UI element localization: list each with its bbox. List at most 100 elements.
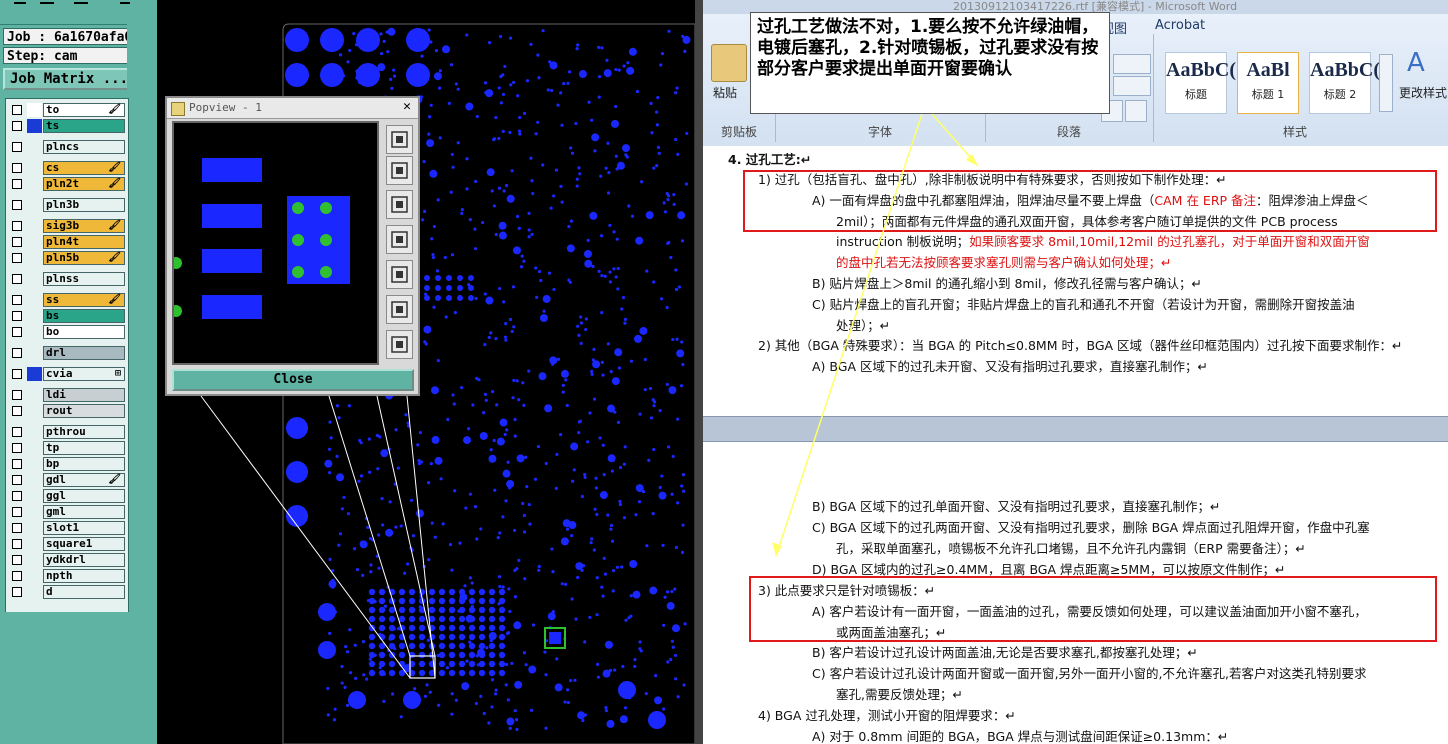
zoom-out-icon[interactable]	[386, 295, 413, 324]
layer-name[interactable]: bo	[43, 325, 125, 339]
paste-icon[interactable]	[711, 44, 747, 82]
layer-name[interactable]: ydkdrl	[43, 553, 125, 567]
layer-checkbox[interactable]	[12, 348, 22, 358]
layer-row-cs[interactable]: cs 🖌	[9, 161, 127, 175]
layer-row-plnss[interactable]: plnss	[9, 272, 127, 286]
layer-checkbox[interactable]	[12, 295, 22, 305]
layer-name[interactable]: bs	[43, 309, 125, 323]
layer-checkbox[interactable]	[12, 539, 22, 549]
layer-row-drl[interactable]: drl	[9, 346, 127, 360]
close-icon[interactable]: ✕	[400, 100, 414, 114]
layer-checkbox[interactable]	[12, 327, 22, 337]
paste-button-label[interactable]: 粘贴	[713, 84, 737, 101]
styles-scroll[interactable]	[1379, 54, 1393, 112]
style-heading-2[interactable]: AaBbC( 标题 2	[1309, 52, 1380, 114]
layer-name[interactable]: to 🖌	[43, 103, 125, 117]
layer-row-gml[interactable]: gml	[9, 505, 127, 519]
layer-row-ggl[interactable]: ggl	[9, 489, 127, 503]
layer-row-d[interactable]: d	[9, 585, 127, 599]
layer-row-pln2t[interactable]: pln2t 🖌	[9, 177, 127, 191]
layer-name[interactable]: gml	[43, 505, 125, 519]
layer-checkbox[interactable]	[12, 390, 22, 400]
popview-titlebar[interactable]: Popview - 1 ✕	[167, 98, 418, 119]
layer-name[interactable]: ggl	[43, 489, 125, 503]
tab-acrobat[interactable]: Acrobat	[1155, 18, 1205, 33]
layer-name[interactable]: slot1	[43, 521, 125, 535]
document-area[interactable]: 4. 过孔工艺:↵ 1) 过孔（包括盲孔、盘中孔）,除非制板说明中有特殊要求，否…	[703, 146, 1448, 744]
show-marks-icon[interactable]	[1125, 100, 1147, 122]
style-heading-1[interactable]: AaBl 标题 1	[1237, 52, 1299, 114]
layer-name[interactable]: cs 🖌	[43, 161, 125, 175]
change-styles-button[interactable]: 更改样式	[1399, 84, 1447, 101]
layer-row-to[interactable]: to 🖌	[9, 103, 127, 117]
layer-name[interactable]: pln5b 🖌	[43, 251, 125, 265]
layer-checkbox[interactable]	[12, 555, 22, 565]
layer-name[interactable]: ts	[43, 119, 125, 133]
layer-checkbox[interactable]	[12, 523, 22, 533]
pan-down-icon[interactable]	[386, 190, 413, 219]
layer-checkbox[interactable]	[12, 507, 22, 517]
layer-checkbox[interactable]	[12, 142, 22, 152]
popview-close-button[interactable]: Close	[172, 369, 414, 391]
layer-checkbox[interactable]	[12, 491, 22, 501]
layer-name[interactable]: drl	[43, 346, 125, 360]
layer-name[interactable]: d	[43, 585, 125, 599]
layer-row-bs[interactable]: bs	[9, 309, 127, 323]
layer-checkbox[interactable]	[12, 475, 22, 485]
layer-checkbox[interactable]	[12, 237, 22, 247]
layer-row-square1[interactable]: square1	[9, 537, 127, 551]
popview-canvas[interactable]	[172, 121, 379, 365]
layer-checkbox[interactable]	[12, 200, 22, 210]
layer-checkbox[interactable]	[12, 253, 22, 263]
layer-name[interactable]: plncs	[43, 140, 125, 154]
zoom-in-icon[interactable]	[386, 330, 413, 359]
list-icon[interactable]	[1113, 54, 1151, 74]
pcb-scrollbar[interactable]	[695, 0, 703, 744]
change-styles-icon[interactable]: A	[1407, 48, 1425, 78]
layer-name[interactable]: square1	[43, 537, 125, 551]
layer-row-npth[interactable]: npth	[9, 569, 127, 583]
layer-row-ldi[interactable]: ldi	[9, 388, 127, 402]
layer-name[interactable]: pln3b	[43, 198, 125, 212]
style-heading[interactable]: AaBbC( 标题	[1165, 52, 1236, 114]
layer-checkbox[interactable]	[12, 105, 22, 115]
layer-name[interactable]: pln2t 🖌	[43, 177, 125, 191]
layer-name[interactable]: pln4t	[43, 235, 125, 249]
layer-name[interactable]: pthrou	[43, 425, 125, 439]
layer-row-pln5b[interactable]: pln5b 🖌	[9, 251, 127, 265]
layer-name[interactable]: gdl 🖌	[43, 473, 125, 487]
layer-checkbox[interactable]	[12, 121, 22, 131]
layer-name[interactable]: npth	[43, 569, 125, 583]
layer-checkbox[interactable]	[12, 571, 22, 581]
layer-checkbox[interactable]	[12, 179, 22, 189]
layer-row-ydkdrl[interactable]: ydkdrl	[9, 553, 127, 567]
line-spacing-icon[interactable]	[1113, 76, 1151, 96]
layer-checkbox[interactable]	[12, 587, 22, 597]
layer-checkbox[interactable]	[12, 459, 22, 469]
layer-checkbox[interactable]	[12, 221, 22, 231]
layer-name[interactable]: sig3b 🖌	[43, 219, 125, 233]
layer-row-slot1[interactable]: slot1	[9, 521, 127, 535]
layer-name[interactable]: bp	[43, 457, 125, 471]
layer-checkbox[interactable]	[12, 311, 22, 321]
layer-checkbox[interactable]	[12, 427, 22, 437]
layer-name[interactable]: ldi	[43, 388, 125, 402]
layer-checkbox[interactable]	[12, 274, 22, 284]
layer-row-pln3b[interactable]: pln3b	[9, 198, 127, 212]
layer-row-plncs[interactable]: plncs	[9, 140, 127, 154]
pan-right-icon[interactable]	[386, 260, 413, 289]
layer-name[interactable]: rout	[43, 404, 125, 418]
layer-row-pln4t[interactable]: pln4t	[9, 235, 127, 249]
layer-row-ts[interactable]: ts	[9, 119, 127, 133]
layer-row-tp[interactable]: tp	[9, 441, 127, 455]
pan-left-icon[interactable]	[386, 225, 413, 254]
layer-row-sig3b[interactable]: sig3b 🖌	[9, 219, 127, 233]
layer-name[interactable]: tp	[43, 441, 125, 455]
zoom-fit-icon[interactable]	[386, 125, 413, 154]
layer-row-pthrou[interactable]: pthrou	[9, 425, 127, 439]
layer-checkbox[interactable]	[12, 443, 22, 453]
pan-up-icon[interactable]	[386, 156, 413, 185]
layer-row-bp[interactable]: bp	[9, 457, 127, 471]
layer-name[interactable]: cvia ⊞	[43, 367, 125, 381]
layer-row-rout[interactable]: rout	[9, 404, 127, 418]
